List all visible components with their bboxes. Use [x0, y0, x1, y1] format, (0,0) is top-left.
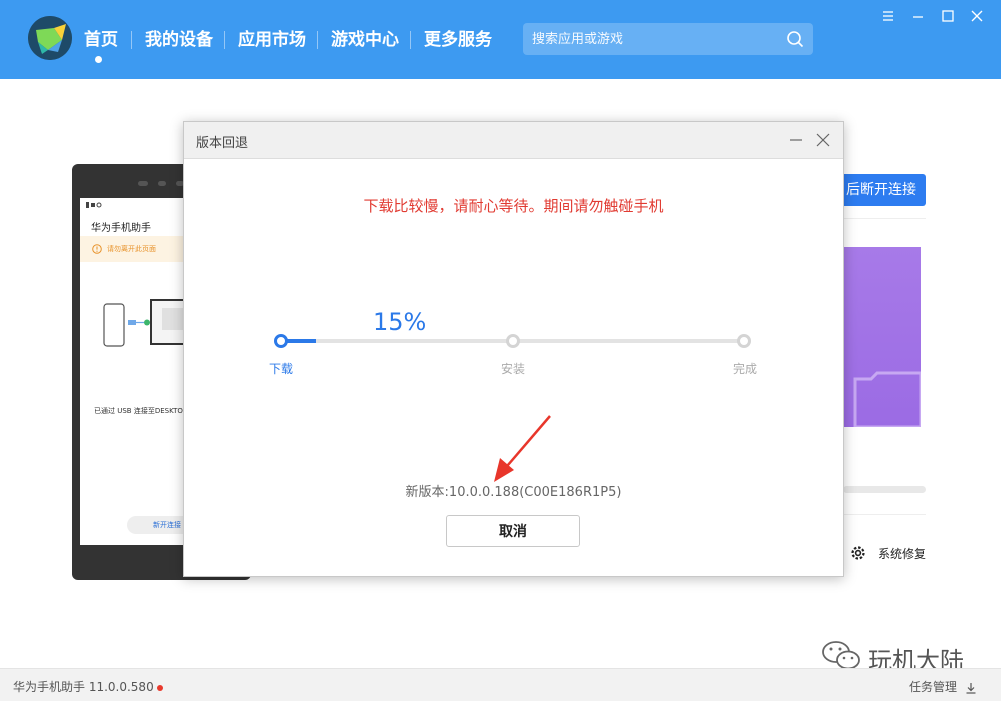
maximize-icon[interactable]: [940, 8, 956, 24]
status-bar: 华为手机助手 11.0.0.580 任务管理: [0, 668, 1001, 701]
new-version-text: 新版本:10.0.0.188(C00E186R1P5): [405, 485, 622, 500]
nav-more-services[interactable]: 更多服务: [424, 28, 492, 52]
system-repair-label[interactable]: 系统修复: [878, 545, 926, 562]
search-input[interactable]: [523, 23, 773, 55]
task-manager-button[interactable]: 任务管理: [909, 678, 977, 695]
status-icons: [86, 202, 102, 208]
nav-home[interactable]: 首页: [84, 28, 118, 52]
top-header: 首页 我的设备 应用市场 游戏中心 更多服务: [0, 0, 1001, 79]
red-arrow-annotation: [494, 415, 551, 482]
nav-app-market[interactable]: 应用市场: [238, 28, 306, 52]
phone-app-title: 华为手机助手: [91, 223, 151, 234]
wechat-icon: [822, 641, 860, 670]
divider: [843, 218, 926, 219]
warning-icon: [92, 244, 102, 254]
phone-sensor: [158, 181, 166, 186]
app-version: 华为手机助手 11.0.0.580: [13, 678, 163, 695]
task-manager-label: 任务管理: [909, 680, 958, 694]
nav-separator: [224, 31, 225, 49]
nav-my-devices[interactable]: 我的设备: [145, 28, 213, 52]
version-rollback-dialog: 版本回退 下载比较慢，请耐心等待。期间请勿触碰手机 15% 下载 安装 完成 新…: [183, 121, 844, 577]
update-badge: [156, 684, 163, 691]
phone-camera: [138, 181, 148, 186]
promo-banner[interactable]: [843, 247, 921, 427]
nav-active-indicator: [95, 56, 102, 63]
gear-icon[interactable]: [849, 544, 867, 562]
search-icon[interactable]: [786, 30, 804, 48]
minimize-icon[interactable]: [910, 8, 926, 24]
app-version-text: 华为手机助手 11.0.0.580: [13, 680, 154, 694]
app-logo[interactable]: [28, 16, 72, 60]
divider: [843, 514, 926, 515]
nav-separator: [131, 31, 132, 49]
cancel-button[interactable]: 取消: [446, 515, 580, 547]
search-box: [523, 23, 813, 55]
menu-icon[interactable]: [880, 8, 896, 24]
background-progress-bar: [843, 486, 926, 493]
close-icon[interactable]: [969, 8, 985, 24]
folder-icon: [853, 371, 921, 427]
nav-separator: [410, 31, 411, 49]
nav-game-center[interactable]: 游戏中心: [331, 28, 399, 52]
download-icon: [966, 682, 976, 694]
phone-warning-text: 请勿离开此页面: [107, 245, 156, 253]
nav-separator: [317, 31, 318, 49]
phone-usb-text: 已通过 USB 连接至DESKTO: [94, 407, 183, 415]
